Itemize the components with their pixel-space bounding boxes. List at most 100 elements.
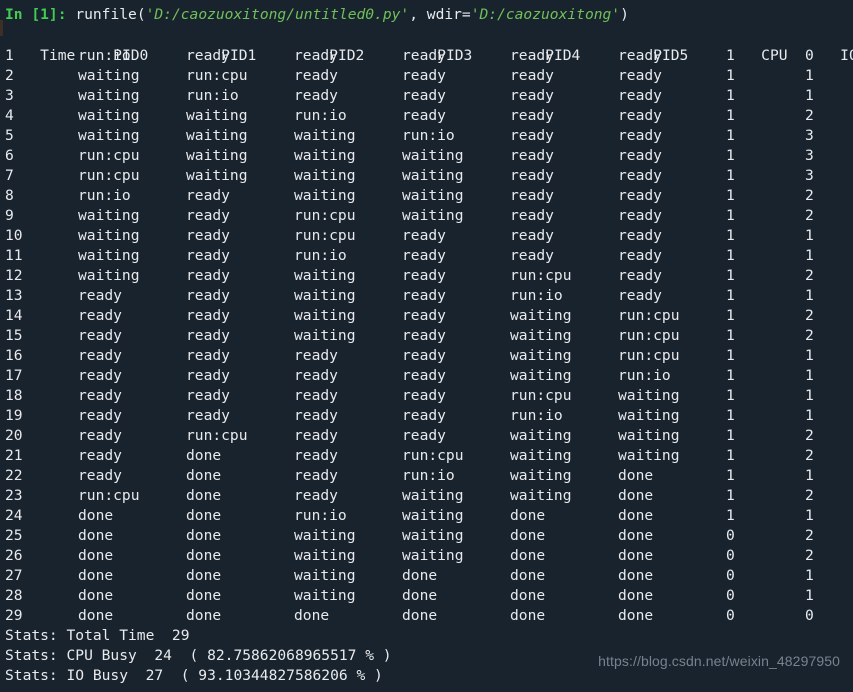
cell-pid0: run:cpu: [78, 167, 140, 184]
prompt-gutter-accent: [0, 20, 3, 36]
cell-pid0: waiting: [78, 107, 140, 124]
cell-time: 10: [5, 227, 23, 244]
cell-pid2: ready: [294, 87, 338, 104]
cell-time: 18: [5, 387, 23, 404]
cell-pid4: done: [510, 607, 546, 624]
cell-pid3: waiting: [402, 207, 464, 224]
cell-pid4: done: [510, 567, 546, 584]
cell-pid4: run:cpu: [510, 387, 572, 404]
cell-ios: 3: [805, 147, 814, 164]
cell-pid2: ready: [294, 487, 338, 504]
cell-ios: 2: [805, 267, 814, 284]
cell-pid5: run:io: [618, 367, 671, 384]
cell-pid4: done: [510, 547, 546, 564]
command-function: runfile(: [75, 6, 146, 23]
cell-pid3: ready: [402, 307, 446, 324]
cell-time: 20: [5, 427, 23, 444]
cell-pid1: ready: [186, 267, 230, 284]
cell-pid4: ready: [510, 247, 554, 264]
cell-time: 29: [5, 607, 23, 624]
cell-cpu: 1: [726, 487, 735, 504]
cell-cpu: 0: [726, 587, 735, 604]
cell-pid2: run:io: [294, 507, 347, 524]
cell-pid4: run:io: [510, 407, 563, 424]
cell-pid4: done: [510, 527, 546, 544]
ipython-console-output[interactable]: In [1]: runfile('D:/caozuoxitong/untitle…: [0, 0, 853, 692]
cell-pid1: waiting: [186, 167, 248, 184]
cell-cpu: 1: [726, 127, 735, 144]
cell-pid0: waiting: [78, 247, 140, 264]
cell-pid0: run:io: [78, 47, 131, 64]
table-row: 2 waiting run:cpu ready ready ready ready 1 1: [0, 66, 853, 86]
cell-pid4: run:cpu: [510, 267, 572, 284]
command-close-paren: ): [620, 6, 629, 23]
cell-pid4: run:io: [510, 287, 563, 304]
cell-ios: 1: [805, 587, 814, 604]
cell-pid1: run:cpu: [186, 67, 248, 84]
cell-ios: 1: [805, 507, 814, 524]
cell-pid5: ready: [618, 107, 662, 124]
cell-ios: 2: [805, 327, 814, 344]
cell-time: 23: [5, 487, 23, 504]
cell-cpu: 1: [726, 47, 735, 64]
cell-pid1: ready: [186, 207, 230, 224]
table-row: 6 run:cpu waiting waiting waiting ready ready 1…: [0, 146, 853, 166]
cell-time: 5: [5, 127, 14, 144]
cell-ios: 1: [805, 347, 814, 364]
cell-pid5: done: [618, 587, 654, 604]
cell-pid5: ready: [618, 47, 662, 64]
cell-pid5: run:cpu: [618, 347, 680, 364]
cell-pid2: ready: [294, 447, 338, 464]
cell-time: 2: [5, 67, 14, 84]
cell-pid1: waiting: [186, 127, 248, 144]
cell-pid2: ready: [294, 347, 338, 364]
cell-pid2: waiting: [294, 267, 356, 284]
cell-pid4: ready: [510, 227, 554, 244]
cell-pid3: ready: [402, 67, 446, 84]
cell-pid1: ready: [186, 187, 230, 204]
cell-pid0: ready: [78, 327, 122, 344]
cell-time: 26: [5, 547, 23, 564]
cell-time: 12: [5, 267, 23, 284]
cell-cpu: 1: [726, 427, 735, 444]
cell-pid1: done: [186, 467, 222, 484]
cell-pid2: waiting: [294, 327, 356, 344]
cell-pid1: ready: [186, 407, 230, 424]
cell-pid3: ready: [402, 47, 446, 64]
cell-time: 17: [5, 367, 23, 384]
cell-pid3: waiting: [402, 547, 464, 564]
cell-ios: 1: [805, 67, 814, 84]
table-row: 10 waiting ready run:cpu ready ready ready 1 1: [0, 226, 853, 246]
table-row: 23 run:cpu done ready waiting waiting done 1 2: [0, 486, 853, 506]
cell-pid5: done: [618, 547, 654, 564]
cell-pid2: ready: [294, 367, 338, 384]
cell-ios: 1: [805, 247, 814, 264]
cell-cpu: 0: [726, 527, 735, 544]
cell-pid3: ready: [402, 387, 446, 404]
cell-pid1: done: [186, 527, 222, 544]
cell-pid5: ready: [618, 147, 662, 164]
table-row: 4 waiting waiting run:io ready ready ready 1 2: [0, 106, 853, 126]
command-kwarg-name: wdir=: [426, 6, 471, 23]
cell-time: 3: [5, 87, 14, 104]
cell-pid1: done: [186, 587, 222, 604]
cell-pid1: run:io: [186, 87, 239, 104]
cell-ios: 1: [805, 407, 814, 424]
cell-pid4: ready: [510, 87, 554, 104]
cell-ios: 3: [805, 167, 814, 184]
table-row: 27 done done waiting done done done 0 1: [0, 566, 853, 586]
table-row: 5 waiting waiting waiting run:io ready ready 1 3: [0, 126, 853, 146]
cell-pid0: ready: [78, 467, 122, 484]
table-row: 7 run:cpu waiting waiting waiting ready ready 1…: [0, 166, 853, 186]
cell-time: 4: [5, 107, 14, 124]
cell-pid0: done: [78, 607, 114, 624]
prompt-label: In [1]:: [5, 6, 67, 23]
cell-time: 28: [5, 587, 23, 604]
stats-line: Stats: Total Time 29: [5, 627, 190, 644]
cell-pid5: waiting: [618, 427, 680, 444]
cell-cpu: 1: [726, 387, 735, 404]
cell-pid5: waiting: [618, 407, 680, 424]
cell-pid2: run:io: [294, 107, 347, 124]
cell-cpu: 1: [726, 87, 735, 104]
cell-pid5: done: [618, 467, 654, 484]
